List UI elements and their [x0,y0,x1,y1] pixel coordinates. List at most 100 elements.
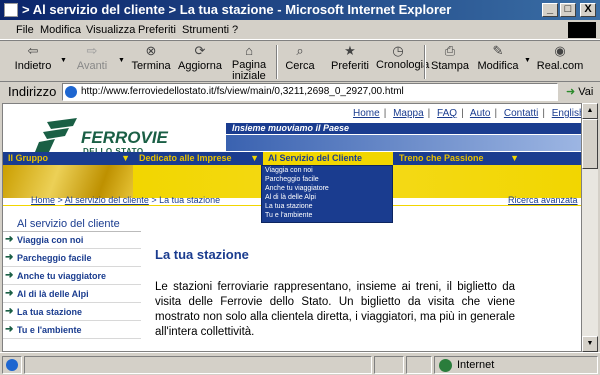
go-button[interactable]: ➜ Vai [566,85,593,98]
refresh-icon: ⟳ [194,43,206,58]
breadcrumb-current: La tua stazione [159,195,221,205]
nav-servizio-cliente[interactable]: Al Servizio del Cliente [263,152,393,165]
print-icon: ⎙ [444,43,456,58]
top-link-mappa[interactable]: Mappa [393,108,424,119]
dropdown-item[interactable]: Parcheggio facile [262,175,392,184]
refresh-button[interactable]: ⟳ Aggiorna [178,43,222,72]
hero-photo [3,165,133,198]
window-title: > Al servizio del cliente > La tua stazi… [22,2,452,17]
chevron-down-icon: ▼ [250,153,259,163]
stop-button[interactable]: ⊗ Termina [130,43,172,72]
maximize-button[interactable]: □ [560,3,576,17]
breadcrumb-section[interactable]: Al servizio del cliente [65,195,149,205]
top-link-contatti[interactable]: Contatti [504,108,538,119]
nav-il-gruppo[interactable]: Il Gruppo ▼ [3,152,133,165]
print-button[interactable]: ⎙ Stampa [430,43,470,72]
address-input[interactable]: http://www.ferroviedellostato.it/fs/view… [62,83,558,101]
menu-modifica[interactable]: Modifica [40,24,81,36]
status-panel [374,356,404,374]
dropdown-item[interactable]: Viaggia con noi [262,166,392,175]
top-links: Home | Mappa | FAQ | Auto | Contatti | Englis… [353,108,581,119]
toolbar-separator [276,45,278,79]
arrow-right-icon: ➜ [5,288,14,299]
sidebar-item-viaggiatore[interactable]: ➜ Anche tu viaggiatore [3,268,141,285]
scroll-up-icon[interactable]: ▲ [582,103,598,119]
address-label: Indirizzo [8,84,57,99]
slogan-bar: Insieme muoviamo il Paese [226,123,581,134]
top-link-faq[interactable]: FAQ [437,108,457,119]
dropdown-item[interactable]: Al di là delle Alpi [262,193,392,202]
menu-strumenti[interactable]: Strumenti [182,24,229,36]
search-icon: ⌕ [296,43,304,58]
scroll-thumb[interactable] [582,119,598,169]
edit-icon: ✎ [492,43,504,58]
top-link-english[interactable]: English [552,108,581,119]
sidebar-item-parcheggio[interactable]: ➜ Parcheggio facile [3,250,141,267]
address-bar: Indirizzo http://www.ferroviedellostato.… [0,82,600,102]
arrow-right-icon: ➜ [5,324,14,335]
toolbar: ⇦ Indietro ▼ ⇨ Avanti ▼ ⊗ Termina ⟳ Aggi… [0,40,600,82]
status-zone: Internet [434,356,598,374]
menu-help[interactable]: ? [232,24,238,36]
forward-dropdown-icon[interactable]: ▼ [118,57,125,64]
back-dropdown-icon[interactable]: ▼ [60,57,67,64]
globe-icon [439,359,452,372]
menu-bar: File Modifica Visualizza Preferiti Strum… [0,20,600,40]
arrow-right-icon: ➜ [5,234,14,245]
arrow-right-icon: ➜ [5,252,14,263]
favorites-button[interactable]: ★ Preferiti [328,43,372,72]
breadcrumb-home[interactable]: Home [31,195,55,205]
page-title: La tua stazione [155,247,249,262]
ie-app-icon[interactable] [4,3,18,17]
home-icon: ⌂ [245,43,253,58]
go-arrow-icon: ➜ [566,86,576,98]
fs-logo-mark-icon [35,118,77,152]
top-link-auto[interactable]: Auto [470,108,491,119]
back-button[interactable]: ⇦ Indietro [10,43,56,72]
status-panel [406,356,432,374]
home-button[interactable]: ⌂ Pagina iniziale [228,43,270,82]
menu-visualizza[interactable]: Visualizza [86,24,135,36]
stop-icon: ⊗ [145,43,157,58]
logo-name: FERROVIE [81,128,168,147]
top-link-home[interactable]: Home [353,108,380,119]
dropdown-item[interactable]: Tu e l'ambiente [262,211,392,220]
sidebar-item-stazione[interactable]: ➜ La tua stazione [3,304,141,321]
realcom-button[interactable]: ◉ Real.com [536,43,584,72]
edit-button[interactable]: ✎ Modifica [476,43,520,72]
page-icon [65,86,77,98]
history-icon: ◷ [392,43,404,58]
vertical-scrollbar[interactable]: ▲ ▼ [582,103,598,352]
nav-dropdown: Viaggia con noi Parcheggio facile Anche … [261,165,393,223]
sidebar-item-viaggia[interactable]: ➜ Viaggia con noi [3,232,141,249]
close-button[interactable]: X [580,3,596,17]
real-icon: ◉ [554,43,566,58]
minimize-button[interactable]: _ [542,3,558,17]
nav-dedicato-imprese[interactable]: Dedicato alle Imprese ▼ [134,152,262,165]
status-bar: Internet [0,352,600,375]
web-content: Home | Mappa | FAQ | Auto | Contatti | Englis… [2,103,582,352]
back-arrow-icon: ⇦ [27,43,39,58]
menu-file[interactable]: File [16,24,34,36]
edit-dropdown-icon[interactable]: ▼ [524,57,531,64]
nav-treno-passione[interactable]: Treno che Passione ▼ [394,152,522,165]
dropdown-item[interactable]: Anche tu viaggiatore [262,184,392,193]
arrow-right-icon: ➜ [5,306,14,317]
sidebar-item-ambiente[interactable]: ➜ Tu e l'ambiente [3,322,141,339]
forward-button[interactable]: ⇨ Avanti [72,43,112,72]
sidebar-item-alpi[interactable]: ➜ Al di là delle Alpi [3,286,141,303]
history-button[interactable]: ◷ Cronologia [376,43,429,71]
dropdown-item[interactable]: La tua stazione [262,202,392,211]
menu-preferiti[interactable]: Preferiti [138,24,176,36]
status-page-icon [2,356,22,374]
search-button[interactable]: ⌕ Cerca [282,43,318,72]
address-url: http://www.ferroviedellostato.it/fs/view… [81,86,404,97]
status-text [24,356,372,374]
advanced-search-link[interactable]: Ricerca avanzata [508,195,578,205]
arrow-right-icon: ➜ [5,270,14,281]
breadcrumb: Home > Al servizio del cliente > La tua … [31,195,221,205]
favorites-icon: ★ [344,43,356,58]
chevron-down-icon: ▼ [121,153,130,163]
scroll-down-icon[interactable]: ▼ [582,336,598,352]
title-bar: > Al servizio del cliente > La tua stazi… [0,0,600,20]
